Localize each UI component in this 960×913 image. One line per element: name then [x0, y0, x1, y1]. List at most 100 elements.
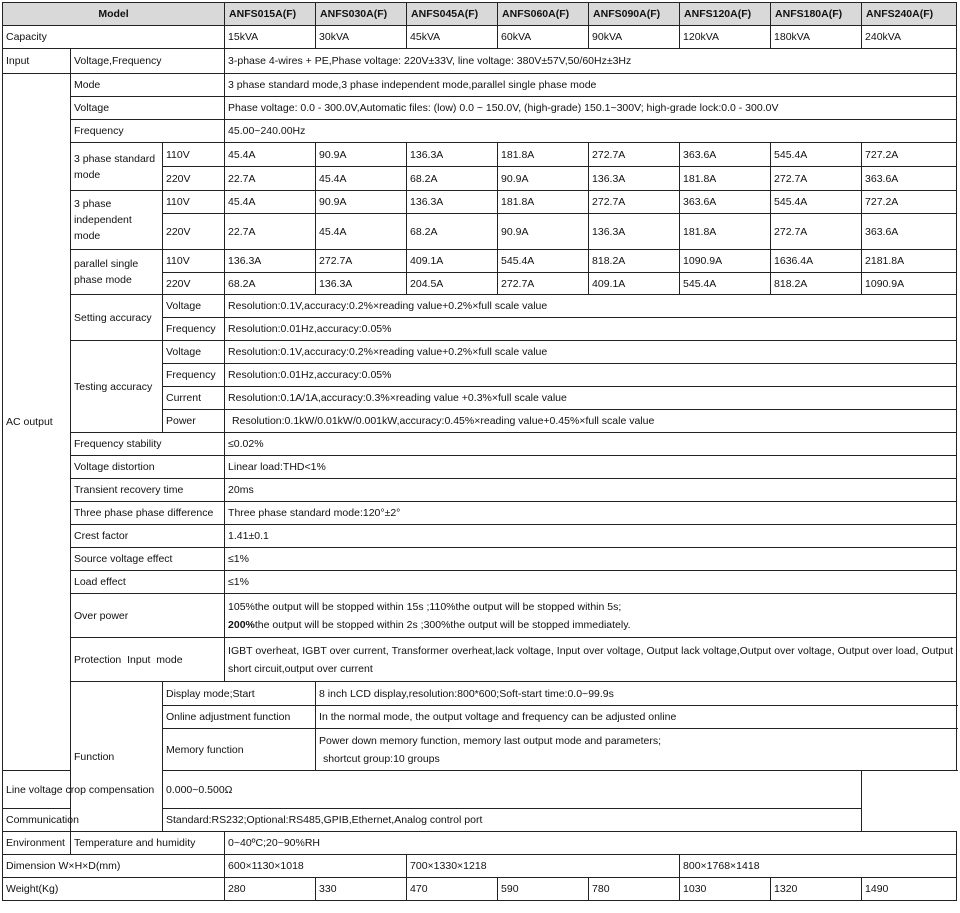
spec-label: Load effect — [69, 570, 226, 594]
spec-value: Three phase standard mode:120°±2° — [224, 501, 958, 525]
testing-accuracy-sub-label: Current — [161, 386, 226, 410]
setting-accuracy-row: Setting accuracy Voltage Resolution:0.1V… — [3, 294, 958, 341]
current-value: 545.4A — [770, 142, 863, 167]
function-row: Line voltage crop compensation 0.000~0.5… — [2, 770, 957, 809]
capacity-row: Capacity 15kVA 30kVA 45kVA 60kVA 90kVA 1… — [1, 25, 958, 49]
current-value: 90.9A — [497, 213, 590, 250]
spec-label: Source voltage effect — [69, 547, 226, 571]
current-value: 272.7A — [588, 190, 681, 214]
over-power-value: 105%the output will be stopped within 15… — [224, 593, 958, 638]
spec-value: Linear load:THD<1% — [224, 455, 958, 479]
current-value: 363.6A — [861, 213, 958, 250]
weight-value: 1030 — [679, 877, 772, 901]
weight-value: 330 — [315, 877, 408, 901]
over-power-line: 105%the output will be stopped within 15… — [228, 600, 622, 613]
current-row: parallel single phase mode 110V 136.3A 2… — [3, 249, 958, 295]
current-value: 727.2A — [861, 190, 958, 214]
protection-label: Protection Input mode — [69, 637, 226, 682]
current-value: 727.2A — [861, 142, 958, 167]
function-row: Function Display mode;Start 8 inch LCD d… — [3, 681, 958, 832]
model-name: ANFS030A(F) — [315, 2, 408, 26]
spec-label: Voltage distortion — [69, 455, 226, 479]
spec-row: Transient recovery time 20ms — [3, 478, 958, 502]
spec-row: Load effect ≤1% — [3, 570, 958, 594]
current-value: 45.4A — [224, 142, 317, 167]
current-row: 3 phase independent mode 110V 45.4A 90.9… — [3, 190, 958, 250]
current-value: 45.4A — [315, 213, 408, 250]
current-value: 136.3A — [588, 166, 681, 191]
current-value: 90.9A — [315, 142, 408, 167]
weight-value: 1320 — [770, 877, 863, 901]
function-value: Power down memory function, memory last … — [315, 728, 958, 771]
current-value: 22.7A — [224, 213, 317, 250]
ac-frequency-value: 45.00~240.00Hz — [224, 119, 958, 143]
header-row: Model ANFS015A(F) ANFS030A(F) ANFS045A(F… — [1, 2, 958, 26]
current-value: 181.8A — [497, 190, 590, 214]
current-value: 2181.8A — [861, 249, 958, 273]
current-value: 1090.9A — [861, 272, 958, 295]
weight-value: 280 — [224, 877, 317, 901]
current-value: 272.7A — [770, 213, 863, 250]
capacity-label: Capacity — [1, 25, 226, 49]
current-value: 90.9A — [315, 190, 408, 214]
testing-accuracy-sub-label: Power — [161, 409, 226, 433]
dimension-value: 600×1130×1018 — [224, 854, 408, 878]
over-power-line: 200%the output will be stopped within 2s… — [228, 616, 953, 634]
spec-label: Transient recovery time — [69, 478, 226, 502]
dimension-row: Dimension W×H×D(mm) 600×1130×1018 700×13… — [1, 854, 958, 878]
capacity-value: 120kVA — [679, 25, 772, 49]
spec-label: Crest factor — [69, 524, 226, 548]
current-value: 409.1A — [406, 249, 499, 273]
ac-mode-value: 3 phase standard mode,3 phase independen… — [224, 73, 958, 97]
model-name: ANFS180A(F) — [770, 2, 863, 26]
current-value: 204.5A — [406, 272, 499, 295]
capacity-value: 90kVA — [588, 25, 681, 49]
current-value: 545.4A — [497, 249, 590, 273]
current-value: 272.7A — [588, 142, 681, 167]
testing-accuracy-sub-label: Voltage — [161, 340, 226, 364]
environment-group-label: Environment — [2, 831, 71, 855]
voltage-level: 220V — [161, 213, 226, 250]
testing-accuracy-sub-label: Frequency — [161, 363, 226, 387]
weight-value: 470 — [406, 877, 499, 901]
ac-frequency-label: Frequency — [69, 119, 226, 143]
weight-label: Weight(Kg) — [1, 877, 226, 901]
current-row: 3 phase standard mode 110V 45.4A 90.9A 1… — [3, 142, 958, 191]
spec-table: Model ANFS015A(F) ANFS030A(F) ANFS045A(F… — [1, 2, 958, 901]
current-group-label: 3 phase independent mode — [70, 190, 163, 250]
current-value: 90.9A — [497, 166, 590, 191]
environment-value: 0~40ºC;20~90%RH — [224, 831, 958, 855]
current-value: 136.3A — [406, 190, 499, 214]
function-label: Online adjustment function — [161, 705, 317, 729]
protection-row: Protection Input mode IGBT overheat, IGB… — [3, 637, 958, 682]
spec-value: 20ms — [224, 478, 958, 502]
function-value: 0.000~0.500Ω — [161, 770, 863, 809]
current-value: 181.8A — [679, 166, 772, 191]
capacity-value: 60kVA — [497, 25, 590, 49]
current-value: 136.3A — [224, 249, 317, 273]
input-value: 3-phase 4-wires + PE,Phase voltage: 220V… — [224, 48, 958, 74]
memory-line: shortcut group:10 groups — [323, 752, 440, 765]
model-name: ANFS240A(F) — [861, 2, 958, 26]
spec-value: ≤0.02% — [224, 432, 958, 456]
function-label: Memory function — [161, 728, 317, 771]
ac-voltage-label: Voltage — [69, 96, 226, 120]
current-value: 136.3A — [588, 213, 681, 250]
ac-frequency-row: Frequency 45.00~240.00Hz — [3, 119, 958, 143]
weight-value: 780 — [588, 877, 681, 901]
current-value: 363.6A — [679, 142, 772, 167]
spec-row: Frequency stability ≤0.02% — [3, 432, 958, 456]
spec-row: Three phase phase difference Three phase… — [3, 501, 958, 525]
protection-value: IGBT overheat, IGBT over current, Transf… — [224, 637, 958, 682]
current-value: 272.7A — [770, 166, 863, 191]
dimension-label: Dimension W×H×D(mm) — [1, 854, 226, 878]
setting-accuracy-value: Resolution:0.01Hz,accuracy:0.05% — [224, 317, 958, 341]
spec-row: Voltage distortion Linear load:THD<1% — [3, 455, 958, 479]
model-name: ANFS045A(F) — [406, 2, 499, 26]
spec-value: ≤1% — [224, 547, 958, 571]
current-value: 272.7A — [497, 272, 590, 295]
ac-voltage-row: Voltage Phase voltage: 0.0 - 300.0V,Auto… — [3, 96, 958, 120]
dimension-value: 800×1768×1418 — [679, 854, 958, 878]
function-value: 8 inch LCD display,resolution:800*600;So… — [315, 681, 958, 706]
current-group-label: 3 phase standard mode — [70, 142, 163, 191]
